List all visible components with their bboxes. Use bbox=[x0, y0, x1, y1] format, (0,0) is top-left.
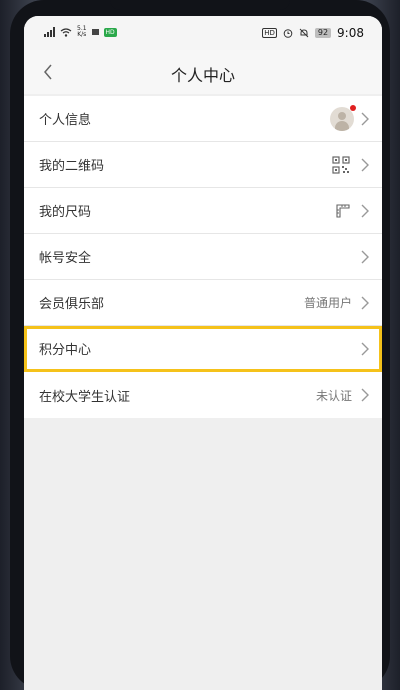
green-badge-icon: HD bbox=[103, 27, 117, 37]
row-value: 未认证 bbox=[315, 388, 352, 403]
row-label: 我的二维码 bbox=[39, 159, 105, 174]
nav-bar: 个人中心 bbox=[24, 50, 382, 94]
chevron-right-icon bbox=[361, 388, 369, 402]
row-member-club[interactable]: 会员俱乐部 普通用户 bbox=[24, 280, 382, 326]
notification-icon bbox=[91, 29, 99, 35]
status-bar-left: 5.1 K/s HD bbox=[44, 26, 117, 38]
ruler-icon bbox=[336, 203, 350, 218]
alarm-icon bbox=[283, 29, 293, 38]
row-student-verification[interactable]: 在校大学生认证 未认证 bbox=[24, 372, 382, 418]
row-account-security[interactable]: 帐号安全 bbox=[24, 234, 382, 280]
phone-notch bbox=[110, 0, 290, 10]
row-label: 在校大学生认证 bbox=[39, 389, 131, 405]
qr-code-icon bbox=[332, 155, 350, 174]
row-value: 普通用户 bbox=[303, 296, 352, 310]
screen: 5.1 K/s HD HD 92 9:08 个人中心 个人信息 我的二维码 我的… bbox=[24, 16, 382, 690]
avatar bbox=[330, 104, 356, 131]
row-personal-info[interactable]: 个人信息 bbox=[24, 96, 382, 142]
status-bar-right: HD 92 9:08 bbox=[262, 26, 364, 40]
chevron-right-icon bbox=[361, 158, 369, 172]
row-label: 积分中心 bbox=[39, 343, 92, 358]
chevron-right-icon bbox=[361, 342, 369, 356]
hd-icon: HD bbox=[262, 28, 277, 38]
chevron-right-icon bbox=[361, 296, 369, 310]
net-speed: 5.1 K/s bbox=[77, 25, 87, 38]
row-label: 我的尺码 bbox=[39, 205, 92, 220]
clock: 9:08 bbox=[337, 26, 364, 40]
wifi-icon bbox=[60, 27, 72, 37]
mute-bell-icon bbox=[299, 28, 309, 38]
row-label: 会员俱乐部 bbox=[39, 297, 105, 312]
row-qr-code[interactable]: 我的二维码 bbox=[24, 142, 382, 188]
chevron-right-icon bbox=[361, 204, 369, 218]
row-label: 个人信息 bbox=[39, 113, 92, 128]
row-label: 帐号安全 bbox=[39, 251, 92, 266]
page-title: 个人中心 bbox=[170, 66, 235, 85]
chevron-right-icon bbox=[361, 112, 369, 126]
notification-dot bbox=[350, 104, 356, 111]
battery-icon: 92 bbox=[314, 28, 332, 38]
signal-icon bbox=[44, 27, 55, 37]
chevron-right-icon bbox=[361, 250, 369, 264]
row-points-center[interactable]: 积分中心 bbox=[24, 326, 382, 372]
phone-frame: 5.1 K/s HD HD 92 9:08 个人中心 个人信息 我的二维码 我的… bbox=[0, 0, 400, 690]
settings-list: 个人信息 我的二维码 我的尺码 帐号安全 会员俱乐部 普通用户 积分中心 在校大… bbox=[24, 96, 382, 418]
status-bar: 5.1 K/s HD HD 92 9:08 bbox=[24, 16, 382, 50]
row-my-size[interactable]: 我的尺码 bbox=[24, 188, 382, 234]
